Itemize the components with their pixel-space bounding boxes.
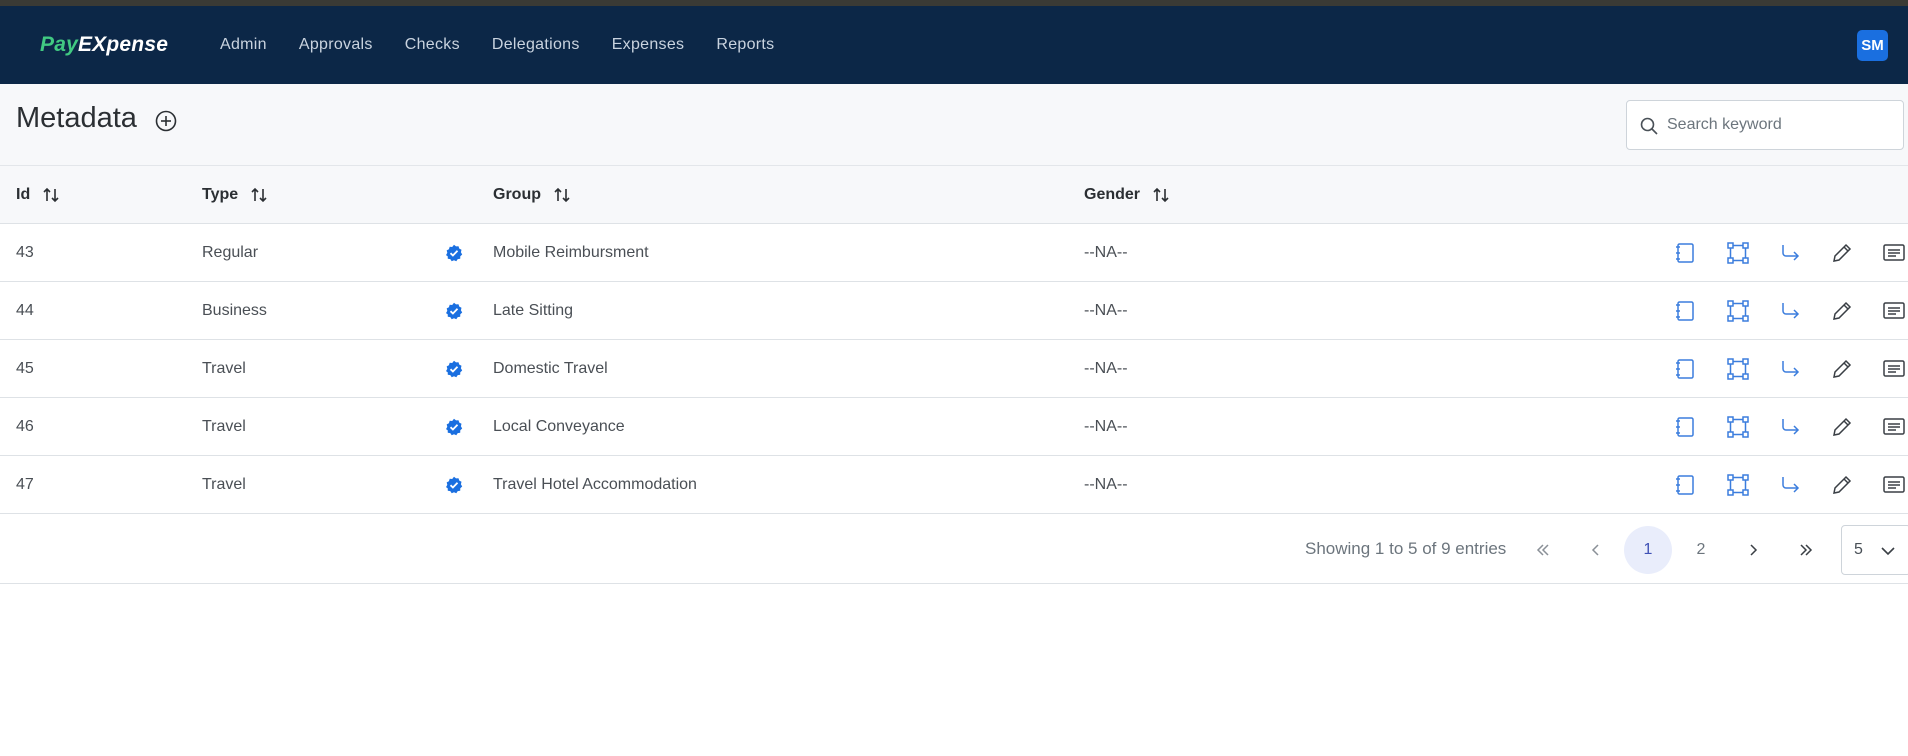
table-row: 47 Travel Travel Hotel Accommodation --N…	[0, 456, 1908, 514]
column-header-id[interactable]: Id	[16, 166, 60, 224]
cell-gender: --NA--	[1084, 302, 1128, 319]
verified-badge-icon	[445, 476, 463, 494]
nodes-icon[interactable]	[1725, 472, 1751, 498]
sort-icon	[43, 187, 59, 203]
add-circle-icon[interactable]	[154, 109, 178, 133]
comment-icon[interactable]	[1881, 414, 1907, 440]
pencil-icon[interactable]	[1829, 240, 1855, 266]
first-page-icon[interactable]	[1519, 526, 1567, 574]
page-title: Metadata	[16, 102, 137, 134]
nav-item-checks[interactable]: Checks	[389, 36, 476, 54]
table-row: 46 Travel Local Conveyance --NA--	[0, 398, 1908, 456]
cell-type: Travel	[202, 418, 246, 435]
cell-group: Late Sitting	[493, 302, 574, 319]
chevron-down-icon	[1881, 547, 1895, 556]
cell-type: Travel	[202, 360, 246, 377]
nav-item-approvals[interactable]: Approvals	[283, 36, 389, 54]
sort-icon	[554, 187, 570, 203]
verified-badge-icon	[445, 418, 463, 436]
cell-group: Travel Hotel Accommodation	[493, 476, 697, 493]
column-header-type-label: Type	[202, 186, 239, 203]
nav-item-reports[interactable]: Reports	[700, 36, 790, 54]
last-page-icon[interactable]	[1782, 526, 1830, 574]
sort-icon	[1153, 187, 1169, 203]
brand-logo-part2: EXpense	[77, 33, 169, 56]
page-button-1[interactable]: 1	[1624, 526, 1672, 574]
cell-gender: --NA--	[1084, 244, 1128, 261]
column-header-group-label: Group	[493, 186, 541, 203]
top-navbar: PayEXpense Admin Approvals Checks Delega…	[0, 6, 1908, 84]
next-page-icon[interactable]	[1729, 526, 1777, 574]
search-input[interactable]	[1667, 101, 1897, 149]
pagination-bar: Showing 1 to 5 of 9 entries 1 2 5	[0, 514, 1908, 584]
notebook-icon[interactable]	[1672, 298, 1698, 324]
nodes-icon[interactable]	[1725, 356, 1751, 382]
cell-id: 44	[16, 302, 34, 319]
pencil-icon[interactable]	[1829, 298, 1855, 324]
column-header-gender-label: Gender	[1084, 186, 1141, 203]
cell-id: 46	[16, 418, 34, 435]
cell-group: Domestic Travel	[493, 360, 608, 377]
nodes-icon[interactable]	[1725, 414, 1751, 440]
table-header: Id Type Group Gender	[0, 166, 1908, 224]
cell-type: Business	[202, 302, 267, 319]
cell-type: Regular	[202, 244, 259, 261]
cell-type: Travel	[202, 476, 246, 493]
page-button-2[interactable]: 2	[1677, 526, 1725, 574]
nav-item-delegations[interactable]: Delegations	[476, 36, 596, 54]
nav-item-expenses[interactable]: Expenses	[596, 36, 701, 54]
cell-id: 47	[16, 476, 34, 493]
verified-badge-icon	[445, 302, 463, 320]
cell-gender: --NA--	[1084, 360, 1128, 377]
cell-gender: --NA--	[1084, 476, 1128, 493]
cell-group: Local Conveyance	[493, 418, 625, 435]
nodes-icon[interactable]	[1725, 298, 1751, 324]
brand-logo-part1: Pay	[40, 33, 78, 56]
cell-id: 45	[16, 360, 34, 377]
brand-logo[interactable]: PayEXpense	[40, 33, 168, 57]
comment-icon[interactable]	[1881, 240, 1907, 266]
comment-icon[interactable]	[1881, 356, 1907, 382]
page-size-value: 5	[1854, 541, 1863, 558]
cell-group: Mobile Reimbursment	[493, 244, 649, 261]
search-icon	[1639, 116, 1659, 136]
table-row: 43 Regular Mobile Reimbursment --NA--	[0, 224, 1908, 282]
redirect-arrow-icon[interactable]	[1777, 356, 1803, 382]
comment-icon[interactable]	[1881, 298, 1907, 324]
page-header: Metadata	[0, 84, 1908, 166]
notebook-icon[interactable]	[1672, 472, 1698, 498]
column-header-group[interactable]: Group	[493, 166, 571, 224]
redirect-arrow-icon[interactable]	[1777, 414, 1803, 440]
redirect-arrow-icon[interactable]	[1777, 240, 1803, 266]
table-row: 44 Business Late Sitting --NA--	[0, 282, 1908, 340]
pencil-icon[interactable]	[1829, 356, 1855, 382]
previous-page-icon[interactable]	[1572, 526, 1620, 574]
cell-gender: --NA--	[1084, 418, 1128, 435]
comment-icon[interactable]	[1881, 472, 1907, 498]
redirect-arrow-icon[interactable]	[1777, 298, 1803, 324]
user-avatar[interactable]: SM	[1857, 30, 1888, 61]
pencil-icon[interactable]	[1829, 414, 1855, 440]
pencil-icon[interactable]	[1829, 472, 1855, 498]
search-box	[1626, 100, 1904, 150]
nav-item-admin[interactable]: Admin	[204, 36, 283, 54]
column-header-type[interactable]: Type	[202, 166, 268, 224]
cell-id: 43	[16, 244, 34, 261]
nodes-icon[interactable]	[1725, 240, 1751, 266]
table-row: 45 Travel Domestic Travel --NA--	[0, 340, 1908, 398]
pagination-summary: Showing 1 to 5 of 9 entries	[1305, 539, 1507, 558]
notebook-icon[interactable]	[1672, 240, 1698, 266]
column-header-id-label: Id	[16, 186, 31, 203]
verified-badge-icon	[445, 360, 463, 378]
page-size-select[interactable]: 5	[1841, 525, 1908, 575]
column-header-gender[interactable]: Gender	[1084, 166, 1170, 224]
main-nav: Admin Approvals Checks Delegations Expen…	[204, 6, 790, 84]
redirect-arrow-icon[interactable]	[1777, 472, 1803, 498]
sort-icon	[251, 187, 267, 203]
notebook-icon[interactable]	[1672, 356, 1698, 382]
notebook-icon[interactable]	[1672, 414, 1698, 440]
verified-badge-icon	[445, 244, 463, 262]
